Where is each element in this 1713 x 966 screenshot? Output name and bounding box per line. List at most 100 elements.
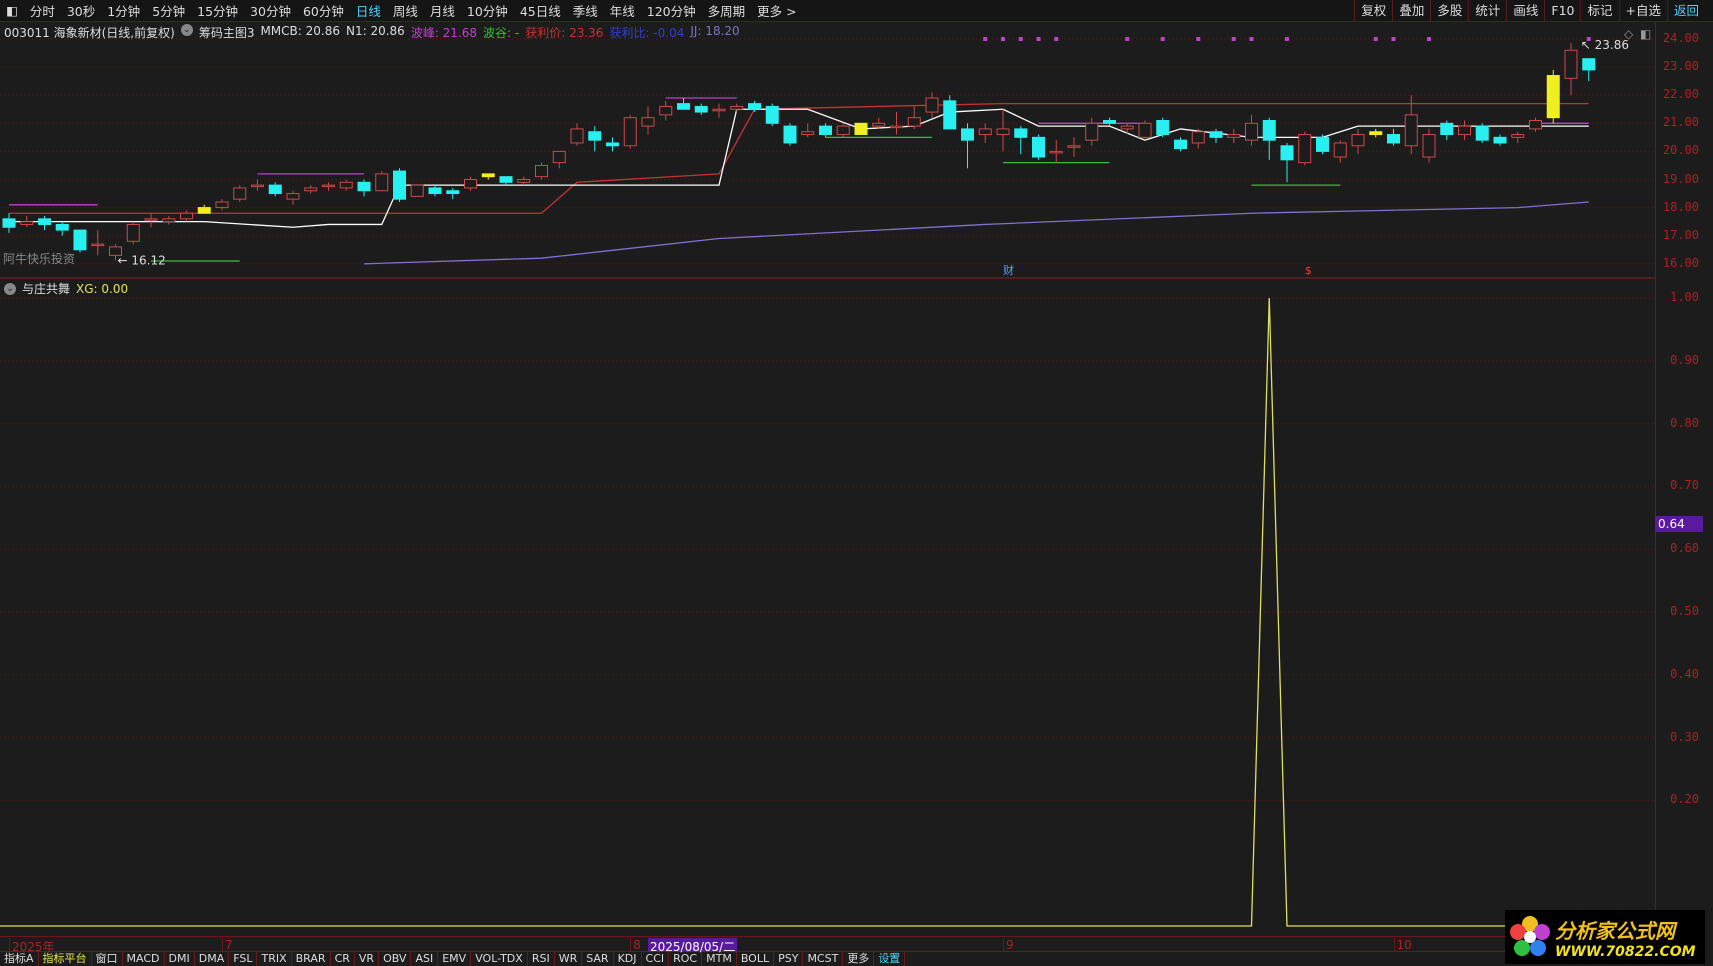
candle[interactable] [20, 221, 34, 225]
candle[interactable] [978, 128, 992, 136]
indicator-tab[interactable]: TRIX [257, 952, 292, 966]
candle[interactable] [623, 117, 637, 147]
period-tab[interactable]: 30秒 [61, 1, 101, 20]
candle[interactable] [251, 184, 264, 188]
candle[interactable] [446, 190, 460, 195]
candle[interactable] [552, 150, 566, 164]
indicator-tab[interactable]: MTM [702, 952, 737, 966]
candle[interactable] [1103, 119, 1116, 124]
candle[interactable] [233, 187, 247, 200]
toolbar-button[interactable]: 叠加 [1392, 0, 1430, 22]
candle[interactable] [144, 218, 158, 221]
indicator-tab[interactable]: ASI [411, 952, 439, 966]
candle[interactable] [801, 131, 815, 136]
candle[interactable] [1245, 122, 1258, 141]
candle[interactable] [2, 218, 16, 228]
candle[interactable] [819, 125, 832, 136]
candle[interactable] [1369, 131, 1383, 136]
lower-indicator-title[interactable]: 与庄共舞 [22, 280, 70, 297]
candle[interactable] [1404, 114, 1418, 147]
indicator-tab[interactable]: BRAR [292, 952, 331, 966]
toolbar-button[interactable]: +自选 [1618, 0, 1667, 22]
candle[interactable] [1191, 131, 1205, 144]
toolbar-button[interactable]: 返回 [1666, 0, 1705, 22]
candle[interactable] [1156, 119, 1170, 136]
indicator-tab[interactable]: VOL-TDX [471, 952, 528, 966]
candle[interactable] [286, 193, 300, 200]
candle[interactable] [748, 103, 761, 110]
indicator-tab[interactable]: FSL [229, 952, 258, 966]
candle[interactable] [1351, 134, 1365, 147]
candle[interactable] [428, 187, 442, 195]
candle[interactable] [677, 103, 690, 110]
candle[interactable] [694, 105, 708, 113]
candle[interactable] [1458, 125, 1471, 136]
indicator-tab[interactable]: OBV [379, 952, 412, 966]
candle[interactable] [1333, 142, 1347, 158]
period-tab[interactable]: 更多 > [751, 1, 802, 20]
candle[interactable] [1422, 134, 1436, 158]
indicator-tab[interactable]: 更多 [843, 952, 875, 966]
candle[interactable] [91, 243, 105, 247]
candle[interactable] [197, 207, 211, 214]
candle[interactable] [996, 128, 1010, 136]
candle[interactable] [1032, 136, 1045, 158]
toolbar-button[interactable]: 统计 [1468, 0, 1506, 22]
candle[interactable] [783, 125, 797, 144]
panel-toggle-icon[interactable]: ◧ [1640, 27, 1651, 41]
candle[interactable] [1298, 134, 1312, 164]
diamond-icon[interactable]: ◇ [1624, 27, 1633, 41]
event-marker[interactable]: $ [1305, 264, 1312, 277]
candle[interactable] [1440, 122, 1454, 136]
period-tab[interactable]: 周线 [387, 1, 424, 20]
period-tab[interactable]: 30分钟 [244, 1, 297, 20]
period-tab[interactable]: 120分钟 [641, 1, 702, 20]
candle[interactable] [393, 170, 406, 200]
candle[interactable] [659, 105, 673, 116]
candle[interactable] [925, 97, 939, 113]
price-chart[interactable]: ← 16.12 ↖ 23.86 财 $ [0, 22, 1655, 936]
window-toggle-icon[interactable]: ◧ [0, 3, 24, 18]
indicator-tab[interactable]: KDJ [614, 952, 642, 966]
candle[interactable] [464, 179, 477, 189]
candle[interactable] [499, 176, 513, 183]
candle[interactable] [1067, 145, 1081, 148]
indicator-tab[interactable]: DMA [195, 952, 230, 966]
candle[interactable] [854, 122, 868, 136]
period-tab[interactable]: 15分钟 [191, 1, 244, 20]
toolbar-button[interactable]: F10 [1544, 0, 1580, 22]
indicator-tab[interactable]: CR [331, 952, 355, 966]
candle[interactable] [304, 187, 318, 192]
candle[interactable] [765, 105, 779, 124]
candle[interactable] [73, 229, 87, 251]
candle[interactable] [481, 173, 495, 178]
candle[interactable] [943, 100, 957, 130]
indicator-tab[interactable]: 窗口 [92, 952, 123, 966]
toolbar-button[interactable]: 多股 [1430, 0, 1468, 22]
candle[interactable] [1014, 128, 1028, 138]
period-tab[interactable]: 多周期 [702, 1, 752, 20]
candle[interactable] [1085, 122, 1099, 141]
candle[interactable] [1546, 75, 1560, 119]
candle[interactable] [215, 201, 229, 209]
indicator-tab[interactable]: VR [355, 952, 380, 966]
candle[interactable] [410, 184, 424, 197]
candle[interactable] [162, 218, 176, 223]
candle[interactable] [1049, 150, 1063, 154]
candle[interactable] [1227, 134, 1241, 138]
indicator-tab[interactable]: MCST [803, 952, 844, 966]
indicator-tab[interactable]: BOLL [737, 952, 775, 966]
indicator-tab[interactable]: EMV [438, 952, 472, 966]
candle[interactable] [1209, 131, 1223, 138]
candle[interactable] [1316, 136, 1329, 152]
indicator-tab[interactable]: SAR [582, 952, 614, 966]
event-marker[interactable]: 财 [1003, 263, 1014, 277]
candle[interactable] [1529, 119, 1542, 130]
candle[interactable] [322, 184, 335, 188]
candle[interactable] [570, 128, 584, 144]
candle[interactable] [872, 122, 886, 127]
period-tab[interactable]: 5分钟 [146, 1, 191, 20]
candle[interactable] [588, 131, 602, 141]
indicator-tab[interactable]: RSI [528, 952, 555, 966]
indicator-tab[interactable]: ROC [669, 952, 703, 966]
